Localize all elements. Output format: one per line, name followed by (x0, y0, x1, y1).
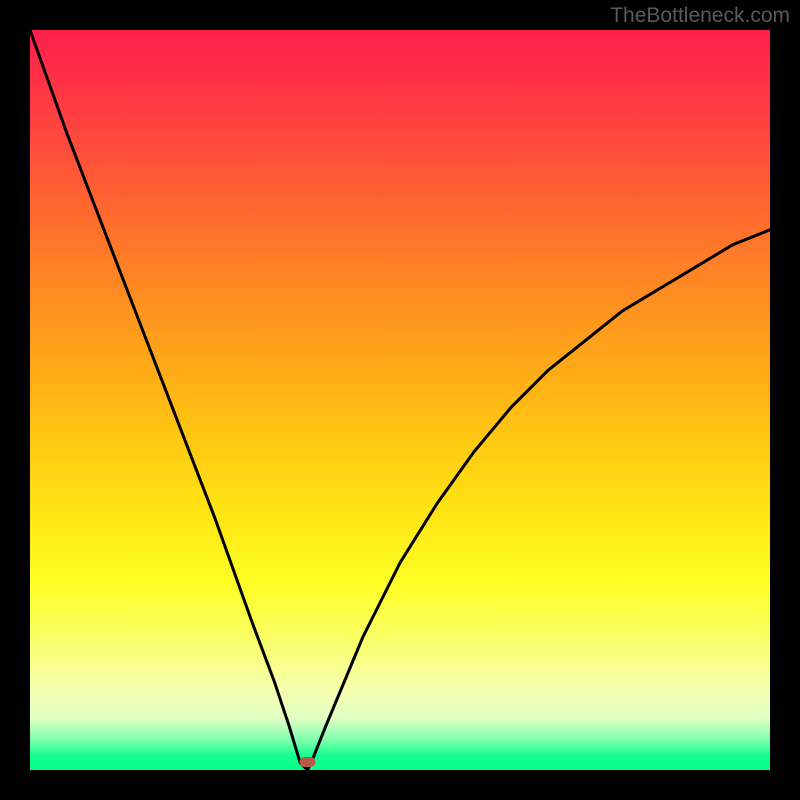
optimal-marker (300, 757, 316, 767)
watermark-text: TheBottleneck.com (610, 4, 790, 28)
curve-path (30, 30, 770, 770)
bottleneck-curve (30, 30, 770, 770)
chart-plot-area (30, 30, 770, 770)
